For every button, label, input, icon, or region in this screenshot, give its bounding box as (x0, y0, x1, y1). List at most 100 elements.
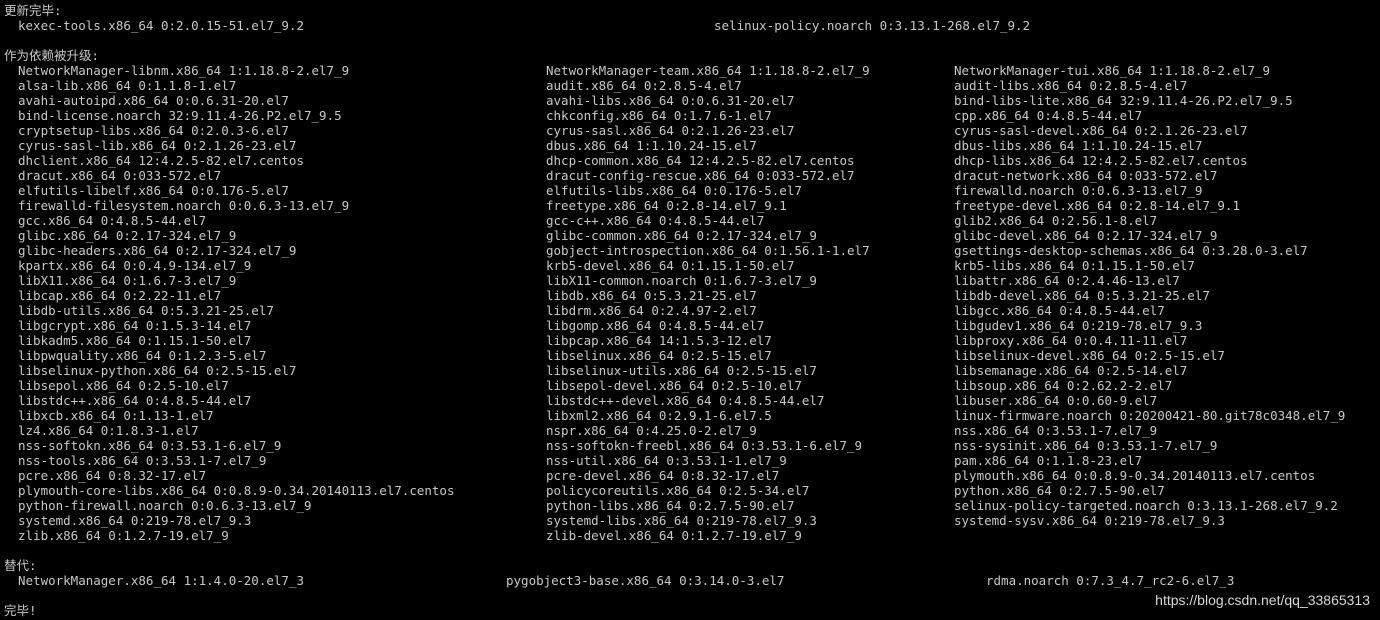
package-entry: freetype.x86_64 0:2.8-14.el7_9.1 (546, 198, 787, 213)
package-entry: libselinux.x86_64 0:2.5-15.el7 (546, 348, 772, 363)
package-entry: libgomp.x86_64 0:4.8.5-44.el7 (546, 318, 765, 333)
package-entry: zlib-devel.x86_64 0:1.2.7-19.el7_9 (546, 528, 802, 543)
package-entry: libselinux-python.x86_64 0:2.5-15.el7 (18, 363, 297, 378)
package-entry: pcre.x86_64 0:8.32-17.el7 (18, 468, 207, 483)
package-entry: audit-libs.x86_64 0:2.8.5-4.el7 (954, 78, 1188, 93)
dependency-header: 作为依赖被升级: (4, 48, 100, 63)
package-entry: cpp.x86_64 0:4.8.5-44.el7 (954, 108, 1143, 123)
package-entry: libkadm5.x86_64 0:1.15.1-50.el7 (18, 333, 252, 348)
package-entry: elfutils-libelf.x86_64 0:0.176-5.el7 (18, 183, 289, 198)
package-entry: nspr.x86_64 0:4.25.0-2.el7_9 (546, 423, 757, 438)
package-entry: elfutils-libs.x86_64 0:0.176-5.el7 (546, 183, 802, 198)
updated-item-1: kexec-tools.x86_64 0:2.0.15-51.el7_9.2 (18, 18, 304, 33)
package-entry: freetype-devel.x86_64 0:2.8-14.el7_9.1 (954, 198, 1240, 213)
package-entry: dbus.x86_64 1:1.10.24-15.el7 (546, 138, 757, 153)
package-entry: libattr.x86_64 0:2.4.46-13.el7 (954, 273, 1180, 288)
replaced-header: 替代: (4, 558, 37, 573)
package-entry: dhclient.x86_64 12:4.2.5-82.el7.centos (18, 153, 304, 168)
package-entry: lz4.x86_64 0:1.8.3-1.el7 (18, 423, 199, 438)
package-entry: alsa-lib.x86_64 0:1.1.8-1.el7 (18, 78, 237, 93)
package-entry: bind-license.noarch 32:9.11.4-26.P2.el7_… (18, 108, 342, 123)
package-entry: nss-softokn-freebl.x86_64 0:3.53.1-6.el7… (546, 438, 863, 453)
package-entry: dracut-config-rescue.x86_64 0:033-572.el… (546, 168, 855, 183)
package-entry: libdb-utils.x86_64 0:5.3.21-25.el7 (18, 303, 274, 318)
package-entry: dracut.x86_64 0:033-572.el7 (18, 168, 222, 183)
watermark: https://blog.csdn.net/qq_33865313 (1155, 592, 1370, 608)
package-entry: pcre-devel.x86_64 0:8.32-17.el7 (546, 468, 780, 483)
package-entry: krb5-libs.x86_64 0:1.15.1-50.el7 (954, 258, 1195, 273)
package-entry: plymouth.x86_64 0:0.8.9-0.34.20140113.el… (954, 468, 1316, 483)
package-entry: libxcb.x86_64 0:1.13-1.el7 (18, 408, 214, 423)
package-entry: libproxy.x86_64 0:0.4.11-11.el7 (954, 333, 1188, 348)
package-entry: audit.x86_64 0:2.8.5-4.el7 (546, 78, 742, 93)
package-entry: libselinux-devel.x86_64 0:2.5-15.el7 (954, 348, 1225, 363)
package-entry: libX11.x86_64 0:1.6.7-3.el7_9 (18, 273, 237, 288)
package-entry: gobject-introspection.x86_64 0:1.56.1-1.… (546, 243, 870, 258)
package-entry: bind-libs-lite.x86_64 32:9.11.4-26.P2.el… (954, 93, 1293, 108)
package-entry: libgudev1.x86_64 0:219-78.el7_9.3 (954, 318, 1203, 333)
package-entry: NetworkManager-libnm.x86_64 1:1.18.8-2.e… (18, 63, 350, 78)
package-entry: pam.x86_64 0:1.1.8-23.el7 (954, 453, 1143, 468)
package-entry: avahi-autoipd.x86_64 0:0.6.31-20.el7 (18, 93, 289, 108)
package-entry: dhcp-common.x86_64 12:4.2.5-82.el7.cento… (546, 153, 855, 168)
package-entry: python-libs.x86_64 0:2.7.5-90.el7 (546, 498, 795, 513)
package-entry: firewalld-filesystem.noarch 0:0.6.3-13.e… (18, 198, 350, 213)
package-entry: libcap.x86_64 0:2.22-11.el7 (18, 288, 222, 303)
package-entry: gcc-c++.x86_64 0:4.8.5-44.el7 (546, 213, 765, 228)
updated-item-2: selinux-policy.noarch 0:3.13.1-268.el7_9… (714, 18, 1031, 33)
package-entry: NetworkManager-team.x86_64 1:1.18.8-2.el… (546, 63, 870, 78)
package-entry: nss-softokn.x86_64 0:3.53.1-6.el7_9 (18, 438, 282, 453)
package-entry: policycoreutils.x86_64 0:2.5-34.el7 (546, 483, 810, 498)
package-entry: gcc.x86_64 0:4.8.5-44.el7 (18, 213, 207, 228)
package-entry: libxml2.x86_64 0:2.9.1-6.el7.5 (546, 408, 772, 423)
package-entry: firewalld.noarch 0:0.6.3-13.el7_9 (954, 183, 1203, 198)
package-entry: glibc-headers.x86_64 0:2.17-324.el7_9 (18, 243, 297, 258)
package-entry: avahi-libs.x86_64 0:0.6.31-20.el7 (546, 93, 795, 108)
package-entry: glibc-devel.x86_64 0:2.17-324.el7_9 (954, 228, 1218, 243)
package-entry: libpcap.x86_64 14:1.5.3-12.el7 (546, 333, 772, 348)
package-entry: dbus-libs.x86_64 1:1.10.24-15.el7 (954, 138, 1203, 153)
package-entry: nss-tools.x86_64 0:3.53.1-7.el7_9 (18, 453, 267, 468)
updated-header: 更新完毕: (4, 3, 62, 18)
package-entry: cyrus-sasl.x86_64 0:2.1.26-23.el7 (546, 123, 795, 138)
package-entry: dracut-network.x86_64 0:033-572.el7 (954, 168, 1218, 183)
package-entry: cyrus-sasl-devel.x86_64 0:2.1.26-23.el7 (954, 123, 1248, 138)
package-entry: selinux-policy-targeted.noarch 0:3.13.1-… (954, 498, 1338, 513)
package-entry: libsepol.x86_64 0:2.5-10.el7 (18, 378, 229, 393)
package-entry: libX11-common.noarch 0:1.6.7-3.el7_9 (546, 273, 817, 288)
package-entry: libdb-devel.x86_64 0:5.3.21-25.el7 (954, 288, 1210, 303)
package-entry: gsettings-desktop-schemas.x86_64 0:3.28.… (954, 243, 1308, 258)
package-entry: libdb.x86_64 0:5.3.21-25.el7 (546, 288, 757, 303)
package-entry: plymouth-core-libs.x86_64 0:0.8.9-0.34.2… (18, 483, 455, 498)
package-entry: libsepol-devel.x86_64 0:2.5-10.el7 (546, 378, 802, 393)
package-entry: libselinux-utils.x86_64 0:2.5-15.el7 (546, 363, 817, 378)
replaced-item-1: NetworkManager.x86_64 1:1.4.0-20.el7_3 (18, 573, 304, 588)
package-entry: python.x86_64 0:2.7.5-90.el7 (954, 483, 1165, 498)
package-entry: libpwquality.x86_64 0:1.2.3-5.el7 (18, 348, 267, 363)
package-entry: linux-firmware.noarch 0:20200421-80.git7… (954, 408, 1346, 423)
done-message: 完毕! (4, 603, 37, 618)
package-entry: python-firewall.noarch 0:0.6.3-13.el7_9 (18, 498, 312, 513)
package-entry: zlib.x86_64 0:1.2.7-19.el7_9 (18, 528, 229, 543)
package-entry: libgcc.x86_64 0:4.8.5-44.el7 (954, 303, 1165, 318)
package-entry: cryptsetup-libs.x86_64 0:2.0.3-6.el7 (18, 123, 289, 138)
package-entry: libuser.x86_64 0:0.60-9.el7 (954, 393, 1158, 408)
package-entry: nss-sysinit.x86_64 0:3.53.1-7.el7_9 (954, 438, 1218, 453)
package-entry: chkconfig.x86_64 0:1.7.6-1.el7 (546, 108, 772, 123)
package-entry: libgcrypt.x86_64 0:1.5.3-14.el7 (18, 318, 252, 333)
package-entry: kpartx.x86_64 0:0.4.9-134.el7_9 (18, 258, 252, 273)
package-entry: libsoup.x86_64 0:2.62.2-2.el7 (954, 378, 1173, 393)
replaced-item-3: rdma.noarch 0:7.3_4.7_rc2-6.el7_3 (986, 573, 1235, 588)
package-entry: libstdc++.x86_64 0:4.8.5-44.el7 (18, 393, 252, 408)
package-entry: nss.x86_64 0:3.53.1-7.el7_9 (954, 423, 1158, 438)
package-entry: systemd.x86_64 0:219-78.el7_9.3 (18, 513, 252, 528)
package-entry: nss-util.x86_64 0:3.53.1-1.el7_9 (546, 453, 787, 468)
package-entry: libdrm.x86_64 0:2.4.97-2.el7 (546, 303, 757, 318)
package-entry: libsemanage.x86_64 0:2.5-14.el7 (954, 363, 1188, 378)
terminal-window[interactable]: 更新完毕: kexec-tools.x86_64 0:2.0.15-51.el7… (0, 0, 1380, 620)
package-entry: NetworkManager-tui.x86_64 1:1.18.8-2.el7… (954, 63, 1271, 78)
package-entry: libstdc++-devel.x86_64 0:4.8.5-44.el7 (546, 393, 825, 408)
package-entry: glibc-common.x86_64 0:2.17-324.el7_9 (546, 228, 817, 243)
replaced-item-2: pygobject3-base.x86_64 0:3.14.0-3.el7 (506, 573, 785, 588)
package-entry: cyrus-sasl-lib.x86_64 0:2.1.26-23.el7 (18, 138, 297, 153)
